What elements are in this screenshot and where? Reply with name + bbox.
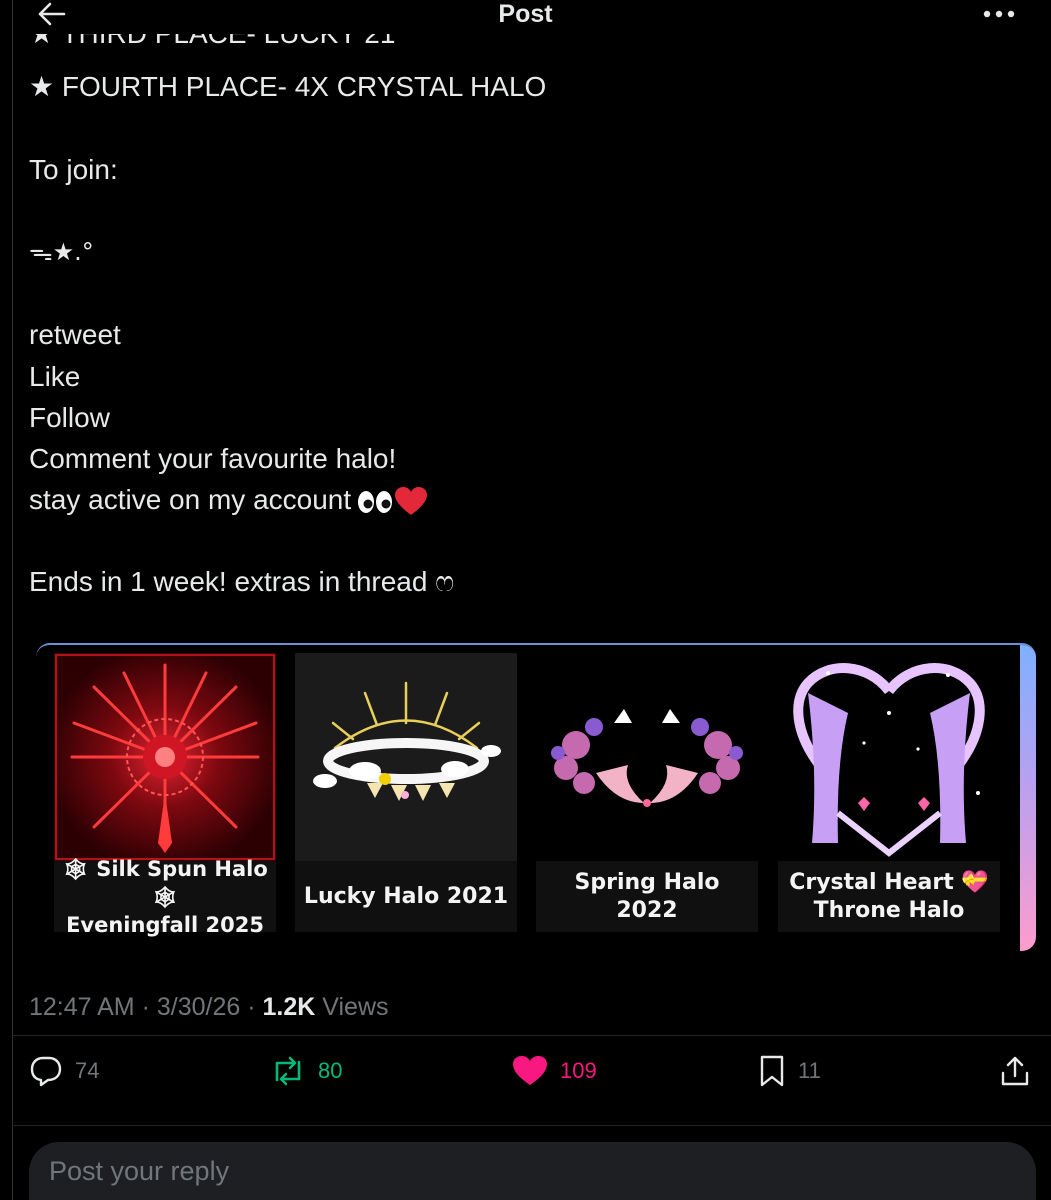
reply-action[interactable]: 74 [29,1053,99,1089]
eyes-icon [358,490,393,513]
lucky-halo-image [295,653,517,861]
crystal-heart-halo-image [778,653,1000,861]
bookmark-count: 11 [798,1058,821,1083]
halo-label-silk-spun: 🕸 Silk Spun Halo 🕸 Eveningfall 2025 [54,857,276,937]
comment-icon [30,1056,62,1087]
share-action[interactable] [1000,1053,1030,1089]
page-title: Post [498,0,553,28]
halo-label-spring: Spring Halo 2022 [536,861,758,932]
halo-tile-silk-spun: 🕸 Silk Spun Halo 🕸 Eveningfall 2025 [54,653,276,937]
reply-input[interactable]: Post your reply [29,1142,1036,1200]
like-count: 109 [560,1058,597,1083]
repost-action[interactable]: 80 [270,1053,342,1089]
divider-bottom [12,1125,1051,1126]
reply-count: 74 [75,1058,100,1083]
bookmark-icon [760,1055,784,1087]
spring-halo-image [536,653,758,861]
media-attachment[interactable]: 🕸 Silk Spun Halo 🕸 Eveningfall 2025 Luck… [36,643,1036,951]
tweet-line-decoration: ᯓ★.° [29,238,94,266]
timeline-border [12,0,13,1200]
halo-tile-crystal-heart: Crystal Heart 💝 Throne Halo [778,653,1000,932]
repost-count: 80 [318,1058,343,1083]
views-count[interactable]: 1.2K [263,993,316,1021]
post-meta: 12:47 AM · 3/30/26 · 1.2K Views [29,993,389,1021]
media-accent-bar [1020,645,1036,951]
tweet-line-clipped: ★ THIRD PLACE- LUCKY 21 [29,34,729,54]
tweet-step-comment: Comment your favourite halo! [29,443,397,474]
bookmark-action[interactable]: 11 [758,1053,821,1089]
halo-label-crystal-heart: Crystal Heart 💝 Throne Halo [778,861,1000,932]
tweet-step-follow: Follow [29,402,110,433]
silk-spun-halo-image [54,653,276,861]
halo-tile-spring: Spring Halo 2022 [536,653,758,932]
red-heart-icon [395,486,428,515]
heart-icon [513,1056,547,1085]
divider-top [12,1035,1051,1036]
repost-icon [275,1056,301,1086]
post-date: 3/30/26 [156,993,241,1021]
tweet-line-to-join: To join: [29,154,118,185]
like-action[interactable]: 109 [512,1053,597,1089]
more-icon [983,10,1015,18]
halo-label-lucky: Lucky Halo 2021 [295,861,517,932]
share-icon [1001,1056,1029,1086]
tweet-step-stay-active: stay active on my account [29,484,428,517]
tweet-line-ends: Ends in 1 week! extras in thread ෆ [29,566,455,597]
halo-tile-lucky: Lucky Halo 2021 [295,653,517,932]
tweet-line-fourth-place: ★ FOURTH PLACE- 4X CRYSTAL HALO [29,71,547,102]
views-label: Views [315,993,389,1021]
tweet-step-retweet: retweet [29,319,121,350]
more-options-button[interactable] [981,2,1017,26]
tweet-step-like: Like [29,361,81,392]
post-time: 12:47 AM [29,993,135,1021]
